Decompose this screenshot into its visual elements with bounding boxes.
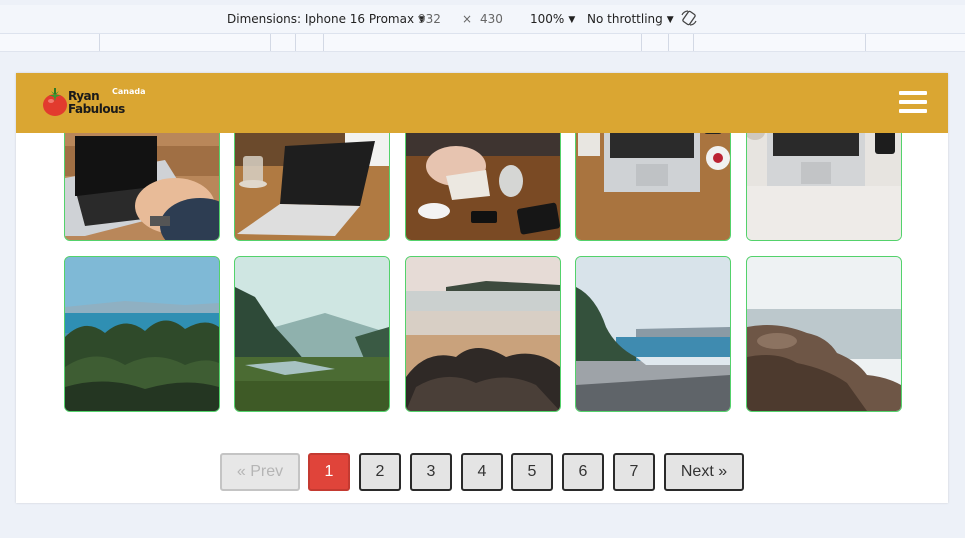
page-7-button[interactable]: 7 (613, 453, 655, 491)
page-3-button[interactable]: 3 (410, 453, 452, 491)
pagination: « Prev 1 2 3 4 5 6 7 Next » (16, 453, 948, 495)
gallery-item-lake-forest-photo[interactable] (234, 256, 390, 412)
gallery-item-pebble-beach-photo[interactable] (575, 256, 731, 412)
prev-button[interactable]: « Prev (220, 453, 300, 491)
page-5-button[interactable]: 5 (511, 453, 553, 491)
throttling-dropdown[interactable]: No throttling ▼ (587, 12, 674, 26)
pebble-beach-photo (576, 257, 730, 411)
lake-forest-photo (235, 257, 389, 411)
gallery-item-coast-trees-photo[interactable] (64, 256, 220, 412)
page-6-button[interactable]: 6 (562, 453, 604, 491)
width-input[interactable]: 932 (418, 12, 441, 26)
devtools-device-toolbar: Dimensions: Iphone 16 Promax ▼ 932 × 430 … (0, 5, 965, 34)
rotate-icon[interactable] (680, 9, 698, 27)
hamburger-menu-icon[interactable] (899, 89, 927, 115)
brand-subtitle: Canada (112, 87, 146, 96)
emulated-viewport: Ryan Fabulous Canada « Prev 1 2 3 4 5 6 … (16, 73, 948, 503)
site-logo[interactable]: Ryan Fabulous Canada (42, 87, 162, 127)
tomato-icon (43, 88, 67, 116)
media-query-ruler[interactable] (0, 34, 965, 52)
brand-name-line2: Fabulous (68, 102, 125, 116)
height-input[interactable]: 430 (480, 12, 503, 26)
site-header: Ryan Fabulous Canada (16, 73, 948, 133)
gallery-item-rocky-shore-photo[interactable] (746, 256, 902, 412)
coast-trees-photo (65, 257, 219, 411)
page-4-button[interactable]: 4 (461, 453, 503, 491)
next-button[interactable]: Next » (664, 453, 744, 491)
dropdown-arrow-icon: ▼ (666, 15, 674, 25)
gallery-item-beach-rocks-photo[interactable] (405, 256, 561, 412)
zoom-label: 100% (530, 12, 565, 26)
page-2-button[interactable]: 2 (359, 453, 401, 491)
dropdown-arrow-icon: ▼ (568, 15, 576, 25)
device-dimensions-label: Dimensions: Iphone 16 Promax (227, 12, 415, 26)
zoom-dropdown[interactable]: 100% ▼ (530, 12, 575, 26)
beach-rocks-photo (406, 257, 560, 411)
page-1-button[interactable]: 1 (308, 453, 350, 491)
rocky-shore-photo (747, 257, 901, 411)
dimension-separator: × (462, 12, 473, 26)
brand-name-line1: Ryan (68, 89, 100, 103)
device-dimensions-dropdown[interactable]: Dimensions: Iphone 16 Promax ▼ (227, 12, 425, 26)
throttling-label: No throttling (587, 12, 663, 26)
